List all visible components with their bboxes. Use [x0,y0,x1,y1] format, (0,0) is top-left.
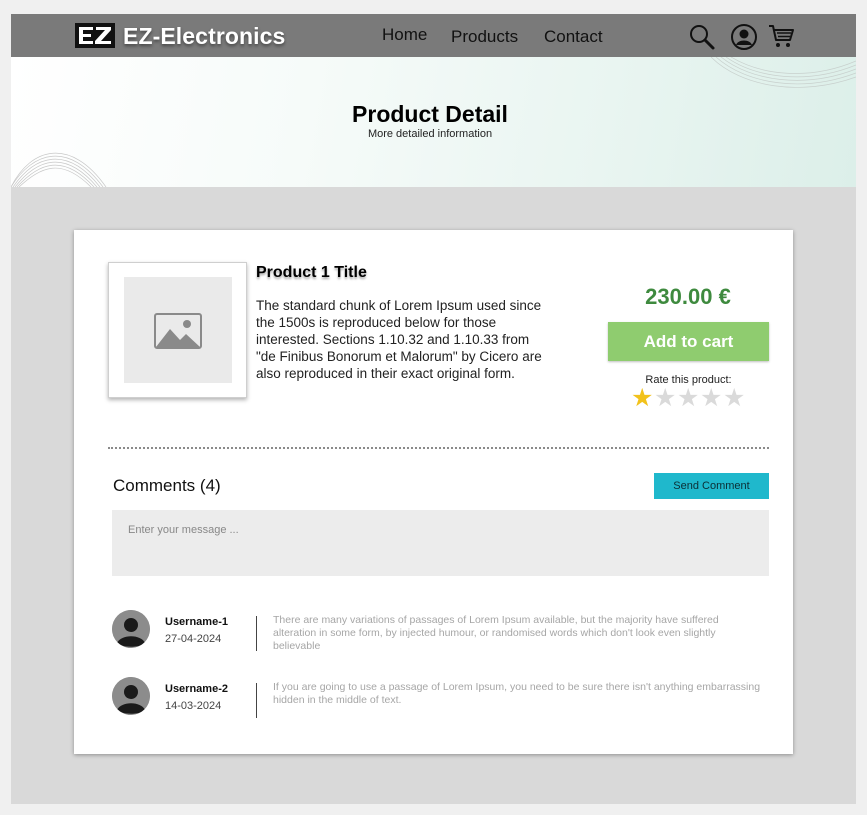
wave-decoration-right [711,57,856,88]
page-title: Product Detail [352,101,508,127]
star-icon[interactable]: ★ [677,385,700,410]
star-icon[interactable]: ★ [654,385,677,410]
comment-username: Username-1 [165,616,228,628]
star-icon[interactable]: ★ [700,385,723,410]
search-icon[interactable] [688,23,716,51]
rating-stars: ★ ★ ★ ★ ★ [631,385,746,410]
avatar [112,677,150,715]
comment-input[interactable] [112,510,769,576]
wave-decoration-left [11,152,107,187]
comments-title: Comments (4) [113,476,221,495]
product-image[interactable] [108,262,247,398]
top-navbar: EZ-Electronics Home Products Contact [11,14,856,57]
star-icon[interactable]: ★ [631,385,654,410]
comment-date: 27-04-2024 [165,633,222,645]
user-icon[interactable] [730,23,758,51]
section-divider [108,447,769,449]
star-icon[interactable]: ★ [723,385,746,410]
product-price: 230.00 € [645,284,731,309]
hero-banner: Product Detail More detailed information [11,57,856,187]
nav-home[interactable]: Home [382,25,427,45]
comment-separator [256,683,257,718]
nav-products[interactable]: Products [451,27,518,47]
product-title: Product 1 Title [256,264,367,281]
cart-icon[interactable] [767,22,795,50]
image-placeholder-icon [154,313,202,349]
brand-name[interactable]: EZ-Electronics [123,23,285,50]
app-frame: EZ-Electronics Home Products Contact Pro… [11,14,856,804]
comment-separator [256,616,257,651]
comment-username: Username-2 [165,683,228,695]
avatar [112,610,150,648]
send-comment-button[interactable]: Send Comment [654,473,769,499]
brand-logo[interactable] [75,23,115,48]
comment-item: Username-2 14-03-2024 If you are going t… [112,677,772,725]
add-to-cart-button[interactable]: Add to cart [608,322,769,361]
nav-contact[interactable]: Contact [544,27,603,47]
comment-text: If you are going to use a passage of Lor… [273,681,761,706]
comment-item: Username-1 27-04-2024 There are many var… [112,610,772,658]
page-subtitle: More detailed information [367,128,493,140]
product-description: The standard chunk of Lorem Ipsum used s… [256,298,542,381]
product-card: Product 1 Title The standard chunk of Lo… [74,230,793,754]
image-placeholder [124,277,232,383]
comment-date: 14-03-2024 [165,700,222,712]
comment-text: There are many variations of passages of… [273,614,719,652]
